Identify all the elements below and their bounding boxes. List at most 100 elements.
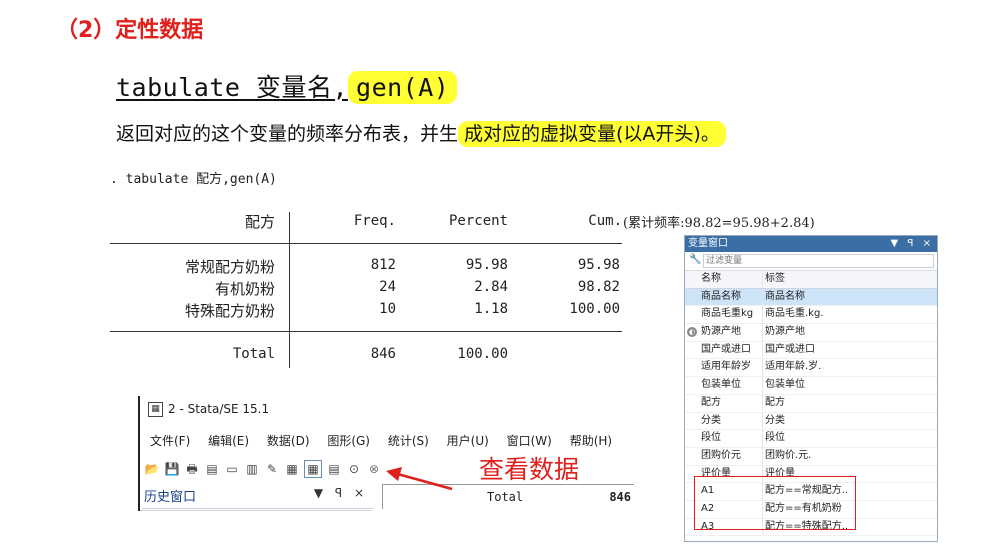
variable-name: 奶源产地 (701, 326, 741, 338)
total-label: Total (232, 346, 275, 362)
more-icon[interactable]: ⊙ (346, 461, 362, 477)
cumulative-note: (累计频率:98.82=95.98+2.84) (623, 216, 815, 231)
row-cum: 95.98 (577, 257, 620, 273)
row-freq: 24 (379, 279, 396, 295)
toolbar: 📂 💾 🖶 ▤ ▭ ▥ ✎ ▦ ▦ ▤ ⊙ ⊗ (144, 458, 386, 478)
variables-window: 变量窗口 ▼ ꟼ × 🔧 名称 标签 商品名称 商品名称商品毛重kg 商品毛重.kg… (684, 235, 938, 542)
variable-row[interactable]: 商品毛重kg 商品毛重.kg. (685, 306, 937, 325)
stata-command-echo: . tabulate 配方,gen(A) (110, 172, 277, 187)
variable-row[interactable]: 商品名称 商品名称 (685, 288, 937, 307)
results-total-label: Total (487, 490, 524, 504)
variable-label: 国产或进口 (765, 343, 815, 355)
header-percent: Percent (448, 213, 508, 229)
window-controls[interactable]: ▼ ꟼ × (891, 236, 934, 252)
history-pane-header: 历史窗口 ▼ ꟼ × (142, 484, 374, 509)
menu-edit[interactable]: 编辑(E) (208, 434, 249, 448)
variables-window-title: 变量窗口 (688, 238, 728, 249)
column-label-header[interactable]: 标签 (765, 271, 847, 288)
menu-window[interactable]: 窗口(W) (507, 434, 552, 448)
variable-name: 分类 (701, 414, 721, 426)
table-divider-top (110, 243, 622, 244)
print-icon[interactable]: 🖶 (184, 461, 200, 477)
row-percent: 95.98 (465, 257, 508, 273)
variable-label: 分类 (765, 414, 785, 426)
table-divider-vertical (289, 212, 290, 246)
variable-name: 配方 (701, 396, 721, 408)
header-freq: Freq. (353, 213, 396, 229)
menu-statistics[interactable]: 统计(S) (388, 434, 429, 448)
variable-name: 适用年龄岁 (701, 361, 751, 373)
syntax-command: tabulate 变量名, (116, 73, 349, 102)
save-icon[interactable]: 💾 (164, 461, 180, 477)
variable-name: 团购价元 (701, 449, 741, 461)
variables-manager-icon[interactable]: ▤ (326, 461, 342, 477)
description-line: 返回对应的这个变量的频率分布表，并生 成对应的虚拟变量(以A开头)。 (116, 119, 726, 147)
variable-label: 包装单位 (765, 379, 805, 391)
variable-label: 商品毛重.kg. (765, 308, 824, 320)
variable-note-icon: ◐ (687, 327, 697, 338)
column-name-header[interactable]: 名称 (701, 271, 763, 288)
wrench-icon[interactable]: 🔧 (689, 254, 701, 265)
description-text: 返回对应的这个变量的频率分布表，并生 (116, 123, 459, 145)
log-icon[interactable]: ▤ (204, 461, 220, 477)
dummy-variables-highlight (694, 476, 856, 530)
variable-label: 配方 (765, 396, 785, 408)
viewer-icon[interactable]: ▭ (224, 461, 240, 477)
syntax-gen-option: gen(A) (348, 71, 458, 104)
variable-row[interactable]: 配方 配方 (685, 394, 937, 413)
variable-row[interactable]: 团购价元 团购价.元. (685, 447, 937, 466)
row-cum: 100.00 (569, 301, 620, 317)
total-percent: 100.00 (457, 346, 508, 362)
open-icon[interactable]: 📂 (144, 461, 160, 477)
variable-name: 商品毛重kg (701, 308, 754, 320)
stata-window-title: 2 - Stata/SE 15.1 (168, 402, 270, 416)
syntax-line: tabulate 变量名, gen(A) (116, 68, 458, 104)
header-cum: Cum. (588, 213, 622, 229)
menu-bar: 文件(F) 编辑(E) 数据(D) 图形(G) 统计(S) 用户(U) 窗口(W… (150, 432, 626, 449)
arrow-annotation (386, 467, 453, 491)
row-cum: 98.82 (577, 279, 620, 295)
data-editor-icon[interactable]: ▦ (284, 461, 300, 477)
view-data-annotation: 查看数据 (479, 455, 580, 484)
graph-icon[interactable]: ▥ (244, 461, 260, 477)
row-freq: 812 (370, 257, 396, 273)
description-highlight: 成对应的虚拟变量(以A开头)。 (458, 121, 726, 147)
header-variable: 配方 (244, 213, 275, 231)
variable-name: 国产或进口 (701, 343, 751, 355)
menu-user[interactable]: 用户(U) (447, 434, 489, 448)
do-file-editor-icon[interactable]: ✎ (264, 461, 280, 477)
menu-graphics[interactable]: 图形(G) (327, 434, 370, 448)
filter-variables-input[interactable] (703, 254, 934, 268)
history-window-controls[interactable]: ▼ ꟼ × (314, 486, 368, 500)
table-divider-vertical (289, 243, 290, 368)
history-window-title: 历史窗口 (144, 490, 197, 505)
variable-name: 包装单位 (701, 379, 741, 391)
menu-data[interactable]: 数据(D) (267, 434, 310, 448)
variable-label: 团购价.元. (765, 449, 812, 461)
variable-row[interactable]: 包装单位 包装单位 (685, 377, 937, 395)
variable-row[interactable]: 国产或进口 国产或进口 (685, 341, 937, 360)
row-freq: 10 (379, 301, 396, 317)
row-percent: 2.84 (474, 279, 508, 295)
variable-row[interactable]: ◐ 奶源产地 奶源产地 (685, 324, 937, 342)
variable-name: 商品名称 (701, 290, 741, 302)
table-divider-bottom (110, 331, 622, 332)
variable-row[interactable]: 分类 分类 (685, 412, 937, 431)
variables-window-titlebar: 变量窗口 ▼ ꟼ × (685, 236, 937, 252)
results-total-freq: 846 (609, 490, 631, 504)
variable-name: 段位 (701, 432, 721, 444)
variable-label: 适用年龄.岁. (765, 361, 822, 373)
variable-filter: 🔧 (685, 252, 937, 271)
row-label: 有机奶粉 (214, 280, 275, 298)
menu-file[interactable]: 文件(F) (150, 434, 190, 448)
variable-row[interactable]: 适用年龄岁 适用年龄.岁. (685, 359, 937, 378)
variables-header: 名称 标签 (685, 271, 937, 289)
menu-help[interactable]: 帮助(H) (570, 434, 612, 448)
row-percent: 1.18 (474, 301, 508, 317)
data-browser-icon[interactable]: ▦ (304, 459, 322, 478)
variable-label: 段位 (765, 432, 785, 444)
variable-row[interactable]: 段位 段位 (685, 430, 937, 448)
total-freq: 846 (370, 346, 396, 362)
variable-label: 奶源产地 (765, 326, 805, 338)
stata-app-icon: ▦ (148, 402, 163, 417)
